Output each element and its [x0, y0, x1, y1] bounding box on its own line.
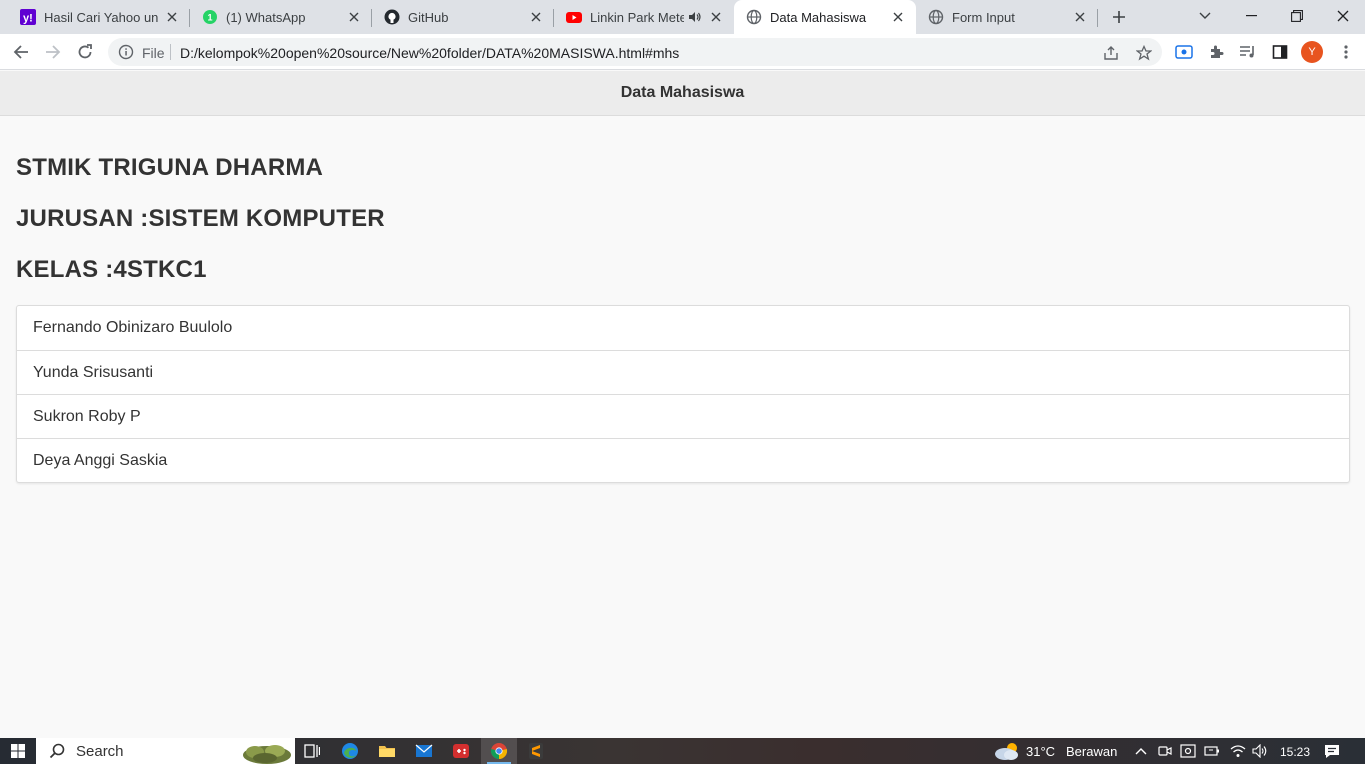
forward-button[interactable] — [37, 36, 69, 68]
globe-icon — [746, 9, 762, 25]
meet-now-icon[interactable] — [1157, 743, 1173, 759]
windows-start-icon[interactable] — [0, 738, 36, 764]
weather-description[interactable]: Berawan — [1066, 744, 1117, 759]
chevron-up-icon[interactable] — [1133, 743, 1149, 759]
close-icon[interactable] — [708, 9, 724, 25]
task-view-icon[interactable] — [294, 738, 330, 764]
url-text[interactable]: D:/kelompok%20open%20source/New%20folder… — [180, 45, 679, 61]
tab-search-button[interactable] — [1182, 0, 1228, 32]
search-highlight-image — [243, 745, 291, 764]
back-button[interactable] — [5, 36, 37, 68]
side-panel-icon[interactable] — [1270, 42, 1290, 62]
close-icon[interactable] — [890, 9, 906, 25]
screenshot-icon[interactable] — [1180, 743, 1196, 759]
mail-icon[interactable] — [406, 738, 442, 764]
weather-temperature[interactable]: 31°C — [1026, 744, 1055, 759]
tab-whatsapp[interactable]: 1 (1) WhatsApp — [190, 0, 372, 34]
github-icon — [384, 9, 400, 25]
tab-youtube[interactable]: Linkin Park Meteo — [554, 0, 734, 34]
tab-title: Linkin Park Meteo — [590, 9, 684, 25]
svg-text:1: 1 — [208, 13, 213, 23]
taskbar: Search 31°C Berawan 15:23 — [0, 738, 1365, 764]
tab-title: Hasil Cari Yahoo untuk — [44, 9, 158, 25]
chrome-icon[interactable] — [481, 738, 517, 764]
tab-title: GitHub — [408, 9, 449, 25]
media-control-icon[interactable] — [1238, 42, 1258, 62]
student-list-item: Sukron Roby P — [17, 394, 1349, 438]
close-icon[interactable] — [1072, 9, 1088, 25]
screen-cast-icon[interactable] — [1174, 42, 1194, 62]
whatsapp-icon: 1 — [202, 9, 218, 25]
page-title: Data Mahasiswa — [620, 84, 745, 101]
taskbar-search[interactable]: Search — [36, 738, 295, 764]
extensions-icon[interactable] — [1206, 42, 1226, 62]
page-header: Data Mahasiswa — [0, 71, 1365, 116]
menu-dots-icon[interactable] — [1336, 42, 1356, 62]
address-bar[interactable]: File D:/kelompok%20open%20source/New%20f… — [108, 38, 1162, 66]
student-list: Fernando Obinizaro Buulolo Yunda Srisusa… — [16, 305, 1350, 483]
close-icon[interactable] — [528, 9, 544, 25]
bookmark-star-icon[interactable] — [1135, 44, 1153, 62]
reload-button[interactable] — [69, 36, 101, 68]
restore-button[interactable] — [1274, 0, 1320, 32]
search-placeholder: Search — [76, 742, 124, 760]
search-icon — [48, 742, 66, 760]
heading-class: KELAS :4STKC1 — [16, 256, 207, 283]
heading-school: STMIK TRIGUNA DHARMA — [16, 154, 324, 181]
close-window-button[interactable] — [1320, 0, 1365, 32]
tab-strip: y! Hasil Cari Yahoo untuk 1 (1) WhatsApp… — [0, 0, 1365, 34]
minimize-button[interactable] — [1228, 0, 1274, 32]
tab-data-mahasiswa[interactable]: Data Mahasiswa — [734, 0, 916, 34]
share-icon[interactable] — [1102, 44, 1120, 62]
tab-github[interactable]: GitHub — [372, 0, 554, 34]
wifi-icon[interactable] — [1230, 743, 1246, 759]
edge-icon[interactable] — [332, 738, 368, 764]
student-list-item: Fernando Obinizaro Buulolo — [33, 319, 233, 336]
close-icon[interactable] — [164, 9, 180, 25]
clock-time[interactable]: 15:23 — [1280, 745, 1310, 759]
tab-yahoo[interactable]: y! Hasil Cari Yahoo untuk — [8, 0, 190, 34]
sublime-text-icon[interactable] — [518, 738, 554, 764]
new-tab-button[interactable] — [1106, 5, 1132, 29]
notification-icon[interactable] — [1324, 743, 1340, 759]
globe-icon — [928, 9, 944, 25]
url-scheme: File — [142, 45, 165, 61]
youtube-icon — [566, 9, 582, 25]
info-icon[interactable] — [118, 44, 134, 60]
yahoo-icon: y! — [20, 9, 36, 25]
svg-text:y!: y! — [23, 13, 33, 25]
tab-title: Form Input — [952, 9, 1015, 25]
browser-toolbar: File D:/kelompok%20open%20source/New%20f… — [0, 34, 1365, 70]
tab-title: Data Mahasiswa — [770, 9, 867, 25]
speaker-icon[interactable] — [688, 11, 702, 23]
weather-cloud-icon[interactable] — [993, 741, 1021, 761]
tab-title: (1) WhatsApp — [226, 9, 306, 25]
close-icon[interactable] — [346, 9, 362, 25]
battery-icon[interactable] — [1204, 743, 1220, 759]
game-icon[interactable] — [443, 738, 479, 764]
file-explorer-icon[interactable] — [369, 738, 405, 764]
tab-form-input[interactable]: Form Input — [916, 0, 1098, 34]
heading-major: JURUSAN :SISTEM KOMPUTER — [16, 205, 385, 232]
volume-icon[interactable] — [1252, 743, 1268, 759]
profile-avatar[interactable]: Y — [1301, 41, 1323, 63]
student-list-item: Yunda Srisusanti — [17, 350, 1349, 394]
student-list-item: Deya Anggi Saskia — [17, 438, 1349, 482]
